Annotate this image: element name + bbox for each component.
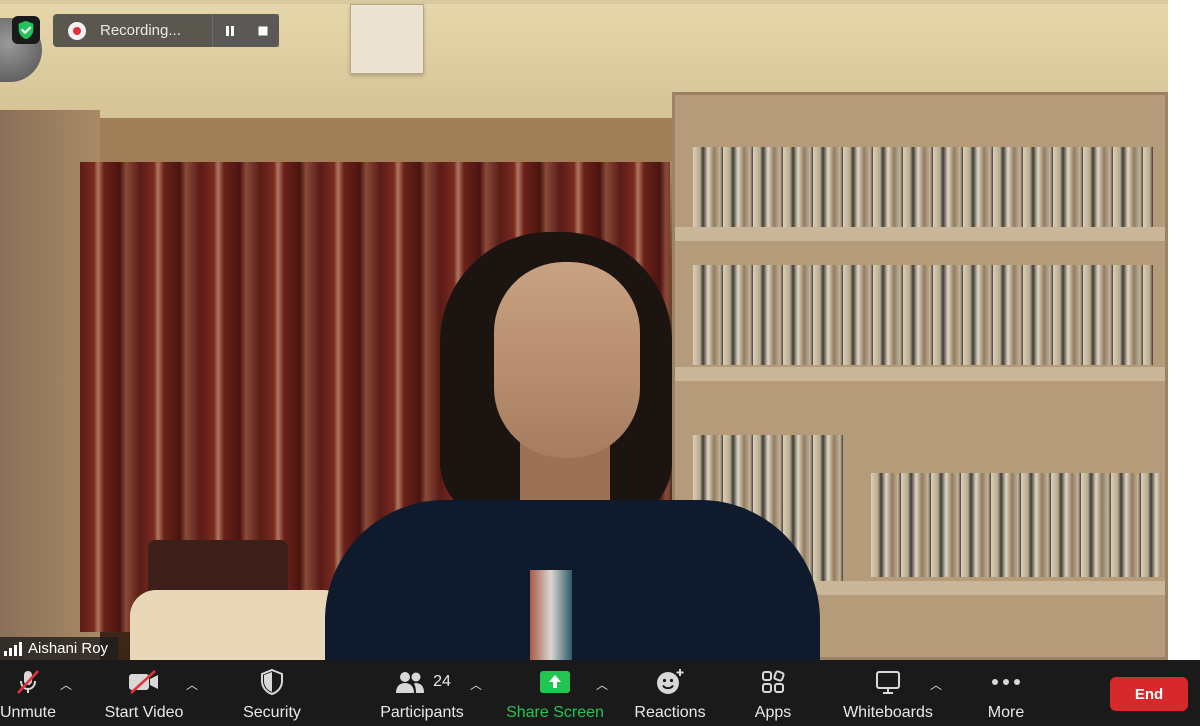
start-video-button[interactable]: Start Video	[100, 660, 188, 726]
video-shelf-board	[675, 367, 1165, 381]
participants-button[interactable]: 24 Participants	[362, 660, 482, 726]
security-shield-icon	[261, 668, 283, 696]
share-screen-label: Share Screen	[506, 704, 604, 721]
pause-recording-button[interactable]	[213, 14, 246, 47]
reactions-label: Reactions	[634, 704, 706, 721]
apps-button[interactable]: Apps	[744, 660, 802, 726]
whiteboards-label: Whiteboards	[843, 704, 933, 721]
video-camera-off-icon	[129, 670, 158, 694]
participants-count: 24	[433, 673, 451, 690]
security-label: Security	[243, 704, 301, 721]
participants-label: Participants	[380, 704, 464, 721]
more-label: More	[987, 704, 1025, 721]
apps-icon	[762, 670, 785, 693]
video-shelf-board	[675, 227, 1165, 241]
participants-icon	[396, 672, 425, 693]
start-video-label: Start Video	[104, 704, 184, 721]
participant-name-tag: Aishani Roy	[0, 637, 119, 660]
stop-recording-button[interactable]	[246, 14, 279, 47]
participant-name: Aishani Roy	[28, 640, 109, 657]
video-cabinet	[55, 118, 675, 162]
more-dots-icon	[992, 679, 1020, 685]
window-right-edge	[1168, 0, 1200, 660]
video-books-top	[693, 147, 1153, 227]
video-feed	[0, 0, 1168, 660]
video-wall-clock	[350, 4, 424, 74]
unmute-label: Unmute	[0, 704, 57, 721]
video-options-caret-icon[interactable]: ︿	[186, 676, 198, 693]
recording-indicator: Recording...	[53, 14, 279, 47]
participants-options-caret-icon[interactable]: ︿	[470, 676, 482, 693]
security-button[interactable]: Security	[236, 660, 308, 726]
reactions-button[interactable]: Reactions	[630, 660, 710, 726]
shield-check-icon	[18, 20, 34, 40]
stop-icon	[258, 26, 267, 35]
share-screen-button[interactable]: Share Screen	[504, 660, 606, 726]
share-options-caret-icon[interactable]: ︿	[596, 676, 608, 693]
record-dot-icon	[68, 21, 86, 40]
whiteboard-icon	[876, 671, 900, 694]
recording-label: Recording...	[100, 22, 181, 39]
reactions-smiley-icon	[657, 669, 684, 694]
video-books-lower-right	[871, 473, 1161, 577]
share-screen-icon	[540, 671, 570, 693]
video-person-body	[325, 500, 820, 660]
apps-label: Apps	[754, 704, 792, 721]
more-button[interactable]: More	[978, 660, 1034, 726]
video-sofa	[130, 590, 350, 660]
encryption-shield-badge[interactable]	[12, 16, 40, 44]
audio-options-caret-icon[interactable]: ︿	[60, 676, 72, 693]
end-meeting-button[interactable]: End	[1110, 677, 1188, 711]
pause-icon	[225, 25, 234, 36]
microphone-muted-icon	[17, 670, 39, 694]
video-books-middle	[693, 265, 1153, 365]
video-person-collar	[530, 570, 572, 660]
meeting-toolbar: Unmute ︿ Start Video ︿ Security 24 Parti…	[0, 660, 1200, 726]
video-person-face	[494, 262, 640, 458]
whiteboards-options-caret-icon[interactable]: ︿	[930, 676, 942, 693]
whiteboards-button[interactable]: Whiteboards	[838, 660, 938, 726]
signal-strength-icon	[4, 641, 22, 656]
unmute-button[interactable]: Unmute	[0, 660, 64, 726]
